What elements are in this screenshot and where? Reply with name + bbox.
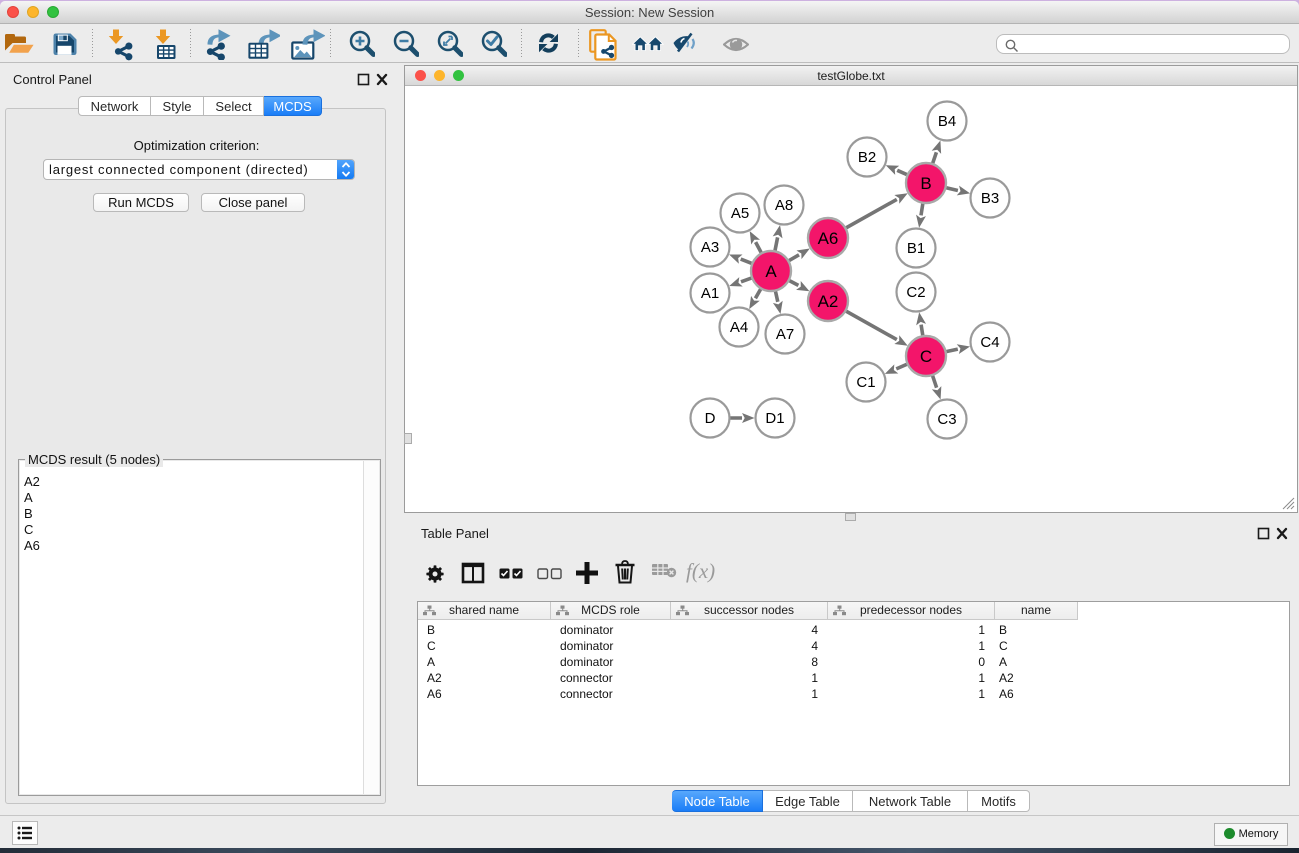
svg-text:B3: B3 — [981, 190, 999, 207]
svg-text:A8: A8 — [775, 197, 793, 214]
svg-text:A5: A5 — [731, 205, 749, 222]
svg-text:A1: A1 — [701, 285, 719, 302]
svg-text:A4: A4 — [730, 319, 748, 336]
svg-text:C4: C4 — [980, 334, 999, 351]
svg-text:A2: A2 — [818, 292, 839, 311]
svg-text:B2: B2 — [858, 149, 876, 166]
svg-text:C: C — [920, 347, 932, 366]
svg-text:A6: A6 — [818, 229, 839, 248]
svg-text:D: D — [705, 410, 716, 427]
svg-text:C3: C3 — [937, 411, 956, 428]
svg-text:B1: B1 — [907, 240, 925, 257]
svg-text:C1: C1 — [856, 374, 875, 391]
svg-text:A7: A7 — [776, 326, 794, 343]
svg-text:A: A — [765, 262, 777, 281]
svg-text:D1: D1 — [765, 410, 784, 427]
svg-text:B: B — [920, 174, 931, 193]
svg-text:A3: A3 — [701, 239, 719, 256]
svg-text:B4: B4 — [938, 113, 956, 130]
svg-text:C2: C2 — [906, 284, 925, 301]
